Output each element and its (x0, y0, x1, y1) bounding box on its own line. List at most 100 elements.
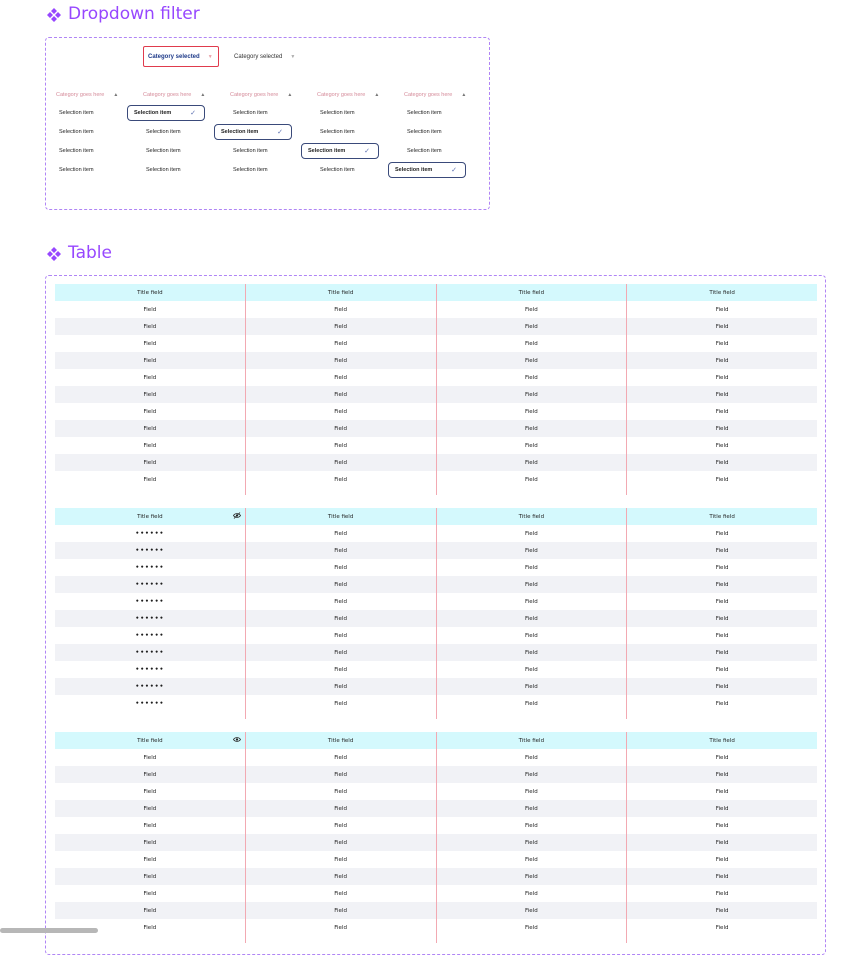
selection-item[interactable]: Selection item ✓ (127, 105, 205, 121)
horizontal-scrollbar[interactable] (0, 928, 98, 933)
table-cell: Field (435, 678, 627, 695)
masked-field: •••••• (135, 700, 165, 707)
table-header-label: Title field (327, 289, 354, 296)
table-cell: Field (435, 525, 627, 542)
table-cell: Field (244, 335, 436, 352)
selection-item-label: Selection item (233, 110, 268, 116)
selection-item[interactable]: Selection item (217, 105, 297, 121)
table-cell: Field (244, 559, 436, 576)
selection-item[interactable]: Selection item (391, 105, 471, 121)
table-cell: Field (626, 817, 817, 834)
selection-item[interactable]: Selection item (217, 143, 297, 159)
selection-item-label: Selection item (146, 129, 181, 135)
table-header-cell[interactable]: Title field (435, 284, 627, 301)
selection-item[interactable]: Selection item (43, 124, 123, 140)
table-cell: Field (626, 437, 817, 454)
table-row: Field Field Field Field (55, 318, 817, 335)
eye-off-icon[interactable] (232, 512, 241, 521)
table-cell: Field (244, 868, 436, 885)
table-cell: Field (435, 749, 627, 766)
table-header-cell[interactable]: Title field (55, 508, 245, 525)
table-cell: Field (244, 695, 436, 712)
category-trigger-idle[interactable]: Category selected ▼ (230, 46, 300, 67)
table-header-cell[interactable]: Title field (55, 284, 245, 301)
selection-item[interactable]: Selection item (43, 143, 123, 159)
component-icon (47, 7, 61, 22)
table-row: Field Field Field Field (55, 301, 817, 318)
selection-item-label: Selection item (320, 110, 355, 116)
selection-item[interactable]: Selection item (130, 143, 210, 159)
dropdown-header[interactable]: Category goes here ▲ (43, 88, 123, 102)
selection-item[interactable]: Selection item (217, 162, 297, 178)
eye-icon[interactable] (232, 736, 241, 745)
table-row: Field Field Field Field (55, 454, 817, 471)
selection-item[interactable]: Selection item (304, 162, 384, 178)
selection-item[interactable]: Selection item (391, 124, 471, 140)
selection-item-label: Selection item (320, 167, 355, 173)
selection-item[interactable]: Selection item (43, 105, 123, 121)
selection-item-label: Selection item (59, 167, 94, 173)
table-cell: Field (435, 661, 627, 678)
table-section-title-text: Table (68, 243, 112, 263)
dropdown-header[interactable]: Category goes here ▲ (130, 88, 210, 102)
table-header-cell[interactable]: Title field (626, 284, 817, 301)
masked-field: •••••• (135, 683, 165, 690)
table-row: •••••• Field Field Field (55, 695, 817, 712)
table-header-cell[interactable]: Title field (244, 508, 436, 525)
caret-up-icon: ▲ (200, 92, 206, 98)
table-cell: Field (626, 610, 817, 627)
table-header-label: Title field (709, 737, 735, 744)
table-cell: Field (143, 476, 157, 483)
selection-item[interactable]: Selection item (304, 124, 384, 140)
table-cell: Field (626, 783, 817, 800)
table-header-label: Title field (518, 513, 545, 520)
caret-up-icon: ▲ (113, 92, 119, 98)
selection-item[interactable]: Selection item ✓ (388, 162, 466, 178)
table-cell: Field (435, 593, 627, 610)
dropdown-section-title-text: Dropdown filter (68, 4, 200, 24)
table-cell: Field (435, 851, 627, 868)
selection-item[interactable]: Selection item (130, 124, 210, 140)
table-header-cell[interactable]: Title field (244, 732, 436, 749)
table-cell: Field (143, 442, 157, 449)
selection-item[interactable]: Selection item ✓ (301, 143, 379, 159)
selection-item-label: Selection item (59, 110, 94, 116)
table-row: Field Field Field Field (55, 749, 817, 766)
dropdown-list: Category goes here ▲ Selection item ✓ Select… (127, 88, 210, 178)
selection-item[interactable]: Selection item (304, 105, 384, 121)
table-header-cell[interactable]: Title field (626, 508, 817, 525)
table-section-title: Table (46, 245, 112, 262)
selection-item[interactable]: Selection item ✓ (214, 124, 292, 140)
table-header-cell[interactable]: Title field (626, 732, 817, 749)
table-cell: Field (435, 559, 627, 576)
table-cell: Field (244, 902, 436, 919)
table-cell: Field (626, 644, 817, 661)
selection-item[interactable]: Selection item (43, 162, 123, 178)
dropdown-list: Category goes here ▲ Selection item Selecti… (43, 88, 123, 178)
table-header-label: Title field (709, 513, 735, 520)
dropdown-header[interactable]: Category goes here ▲ (391, 88, 471, 102)
masked-field: •••••• (135, 564, 165, 571)
table-header-cell[interactable]: Title field (244, 284, 436, 301)
table-header-cell[interactable]: Title field (435, 508, 627, 525)
dropdown-header[interactable]: Category goes here ▲ (304, 88, 384, 102)
table-cell: Field (626, 766, 817, 783)
table-cell: Field (244, 885, 436, 902)
dropdown-header[interactable]: Category goes here ▲ (217, 88, 297, 102)
selection-item[interactable]: Selection item (391, 143, 471, 159)
table-cell: Field (626, 386, 817, 403)
table-cell: Field (244, 800, 436, 817)
selection-item[interactable]: Selection item (130, 162, 210, 178)
table-cell: Field (626, 627, 817, 644)
table-cell: Field (435, 644, 627, 661)
table-header-cell[interactable]: Title field (435, 732, 627, 749)
table-header-label: Title field (327, 737, 354, 744)
table-cell: Field (244, 403, 436, 420)
table-cell: Field (143, 306, 157, 313)
table-cell: Field (626, 800, 817, 817)
table-cell: Field (435, 800, 627, 817)
dropdown-section-title: Dropdown filter (46, 6, 200, 23)
category-trigger-active[interactable]: Category selected ▼ (143, 46, 219, 67)
table-cell: Field (244, 593, 436, 610)
table-header-cell[interactable]: Title field (55, 732, 245, 749)
